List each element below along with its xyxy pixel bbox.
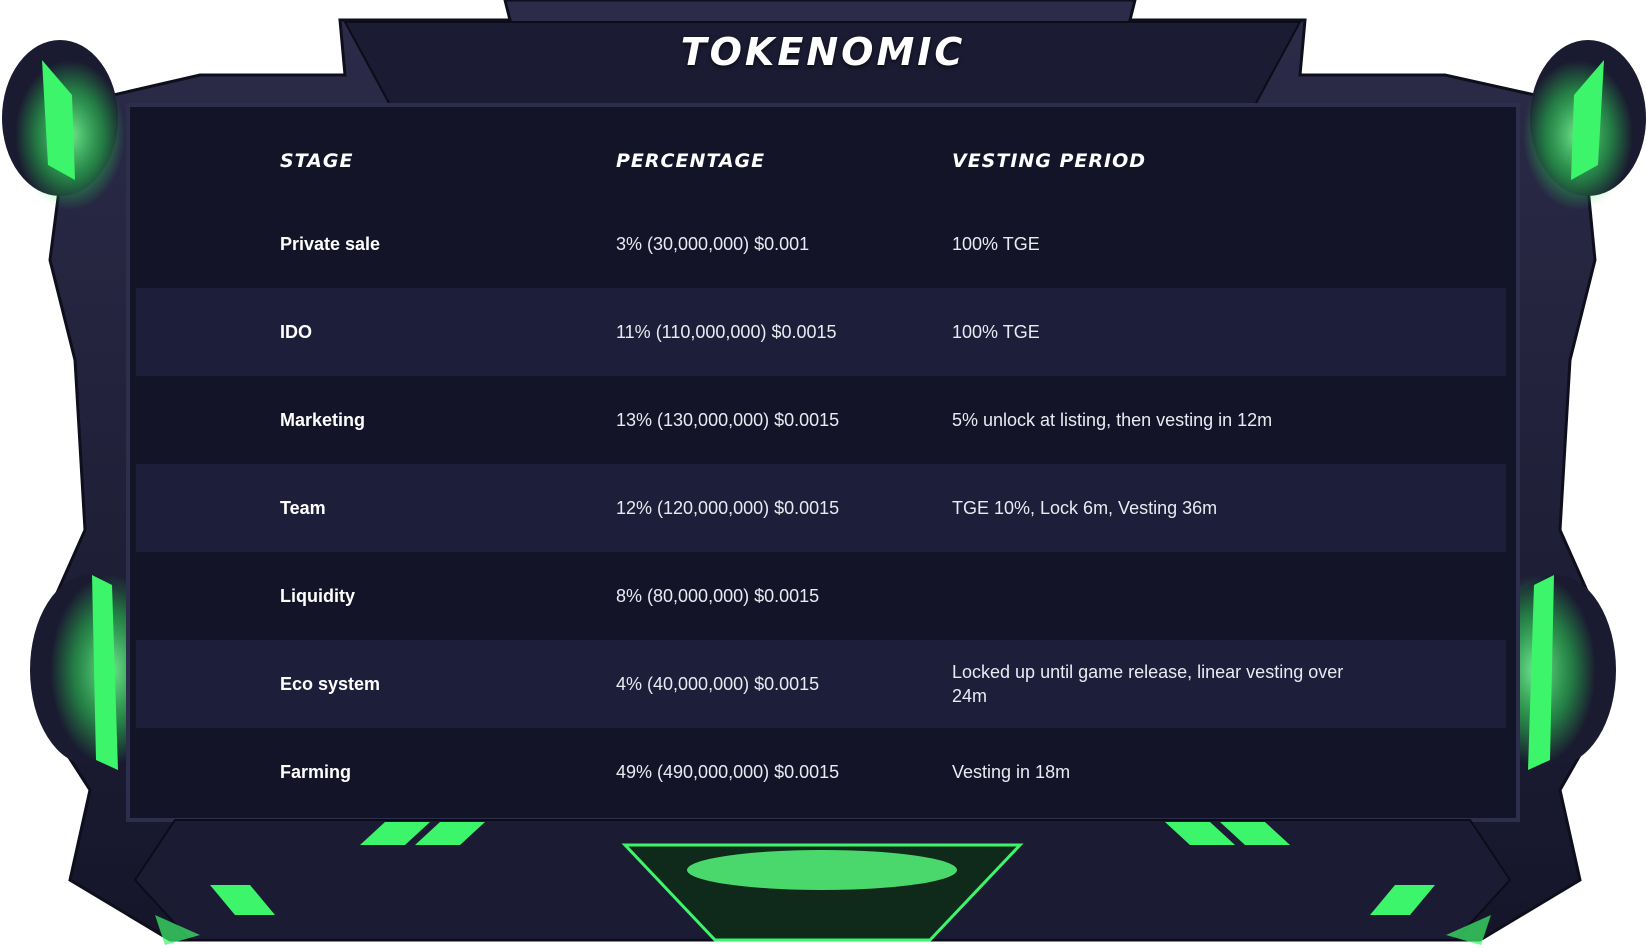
header-vesting-period: VESTING PERIOD: [952, 150, 1147, 172]
table-row: Farming 49% (490,000,000) $0.0015 Vestin…: [136, 728, 1506, 816]
percentage-cell: 3% (30,000,000) $0.001: [616, 234, 810, 254]
page-title: TOKENOMIC: [680, 30, 966, 74]
vesting-cell: Locked up until game release, linear ves…: [952, 662, 1344, 706]
vesting-cell: 100% TGE: [952, 322, 1040, 342]
table-row: IDO 11% (110,000,000) $0.0015 100% TGE: [136, 288, 1506, 376]
bottom-center-light: [687, 850, 957, 890]
stage-cell: Eco system: [280, 674, 381, 694]
header-percentage: PERCENTAGE: [616, 150, 766, 172]
percentage-cell: 11% (110,000,000) $0.0015: [616, 322, 837, 342]
percentage-cell: 8% (80,000,000) $0.0015: [616, 586, 820, 606]
stage-cell: Team: [280, 498, 326, 518]
percentage-cell: 13% (130,000,000) $0.0015: [616, 410, 840, 430]
stage-cell: Marketing: [280, 410, 366, 430]
stage-cell: Liquidity: [280, 586, 355, 606]
tokenomic-table: Private sale 3% (30,000,000) $0.001 100%…: [136, 200, 1506, 816]
vesting-cell: 5% unlock at listing, then vesting in 12…: [952, 410, 1273, 430]
table-row: Eco system 4% (40,000,000) $0.0015 Locke…: [136, 640, 1506, 728]
stage-cell: Farming: [280, 762, 352, 782]
stage-cell: Private sale: [280, 234, 381, 254]
stage-cell: IDO: [280, 322, 313, 342]
vesting-cell: Vesting in 18m: [952, 762, 1071, 782]
vesting-cell: TGE 10%, Lock 6m, Vesting 36m: [952, 498, 1218, 518]
table-row: Marketing 13% (130,000,000) $0.0015 5% u…: [136, 376, 1506, 464]
percentage-cell: 49% (490,000,000) $0.0015: [616, 762, 840, 782]
vesting-cell: [952, 552, 1382, 640]
table-row: Liquidity 8% (80,000,000) $0.0015: [136, 552, 1506, 640]
vesting-cell: 100% TGE: [952, 234, 1040, 254]
table-row: Team 12% (120,000,000) $0.0015 TGE 10%, …: [136, 464, 1506, 552]
table-row: Private sale 3% (30,000,000) $0.001 100%…: [136, 200, 1506, 288]
percentage-cell: 12% (120,000,000) $0.0015: [616, 498, 840, 518]
header-stage: STAGE: [280, 150, 354, 172]
percentage-cell: 4% (40,000,000) $0.0015: [616, 674, 820, 694]
